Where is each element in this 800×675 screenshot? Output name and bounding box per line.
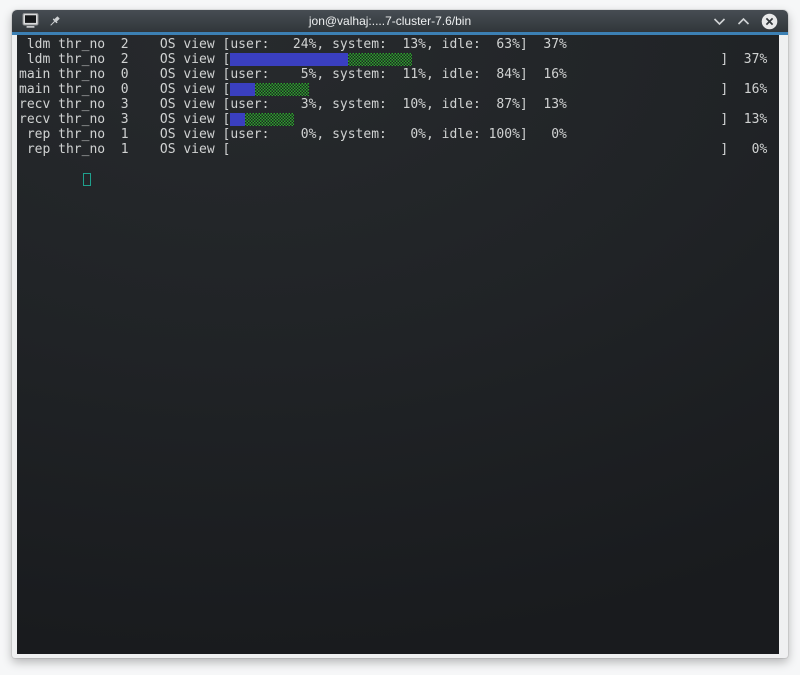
minimize-button[interactable] bbox=[713, 17, 726, 26]
monitor-icon bbox=[22, 13, 39, 29]
bar-line-suffix: ] 37% bbox=[720, 52, 767, 67]
system-bar-fill bbox=[245, 113, 294, 126]
bar-line-prefix: recv thr_no 3 OS view [ bbox=[19, 112, 230, 127]
window-title: jon@valhaj:....7-cluster-7.6/bin bbox=[72, 10, 708, 32]
thread-usage-bar-line: recv thr_no 3 OS view [ ] 13% bbox=[19, 112, 779, 127]
usage-bar-track bbox=[230, 113, 720, 126]
chevron-down-icon bbox=[713, 17, 726, 26]
thread-usage-bar-line: main thr_no 0 OS view [ ] 16% bbox=[19, 82, 779, 97]
terminal-window: jon@valhaj:....7-cluster-7.6/bin bbox=[12, 10, 788, 658]
thread-stats-line: main thr_no 0 OS view [user: 5%, system:… bbox=[19, 67, 779, 82]
bar-line-suffix: ] 13% bbox=[720, 112, 767, 127]
system-bar-fill bbox=[348, 53, 412, 66]
usage-bar-track bbox=[230, 143, 720, 156]
thread-stats-line: ldm thr_no 2 OS view [user: 24%, system:… bbox=[19, 37, 779, 52]
bar-line-suffix: ] 0% bbox=[720, 142, 767, 157]
konsole-app-icon[interactable] bbox=[22, 13, 39, 29]
thread-usage-bar-line: rep thr_no 1 OS view [ ] 0% bbox=[19, 142, 779, 157]
bar-line-prefix: rep thr_no 1 OS view [ bbox=[19, 142, 230, 157]
usage-bar-track bbox=[230, 83, 720, 96]
chevron-up-icon bbox=[737, 17, 750, 26]
user-bar-fill bbox=[230, 113, 245, 126]
close-button[interactable] bbox=[761, 13, 778, 30]
bar-line-suffix: ] 16% bbox=[720, 82, 767, 97]
thread-stats-line: recv thr_no 3 OS view [user: 3%, system:… bbox=[19, 97, 779, 112]
usage-bar-track bbox=[230, 53, 720, 66]
user-bar-fill bbox=[230, 53, 348, 66]
bar-line-prefix: ldm thr_no 2 OS view [ bbox=[19, 52, 230, 67]
maximize-button[interactable] bbox=[737, 17, 750, 26]
titlebar[interactable]: jon@valhaj:....7-cluster-7.6/bin bbox=[12, 10, 788, 32]
bar-line-prefix: main thr_no 0 OS view [ bbox=[19, 82, 230, 97]
close-icon bbox=[761, 13, 778, 30]
system-bar-fill bbox=[255, 83, 309, 96]
thread-usage-bar-line: ldm thr_no 2 OS view [ ] 37% bbox=[19, 52, 779, 67]
window-frame: ldm thr_no 2 OS view [user: 24%, system:… bbox=[12, 35, 788, 658]
pin-icon[interactable] bbox=[48, 15, 61, 28]
thread-stats-line: rep thr_no 1 OS view [user: 0%, system: … bbox=[19, 127, 779, 142]
thumbtack-icon bbox=[48, 15, 61, 28]
terminal-cursor bbox=[83, 173, 91, 186]
terminal-screen[interactable]: ldm thr_no 2 OS view [user: 24%, system:… bbox=[17, 35, 779, 654]
cursor-line bbox=[19, 157, 779, 172]
user-bar-fill bbox=[230, 83, 255, 96]
